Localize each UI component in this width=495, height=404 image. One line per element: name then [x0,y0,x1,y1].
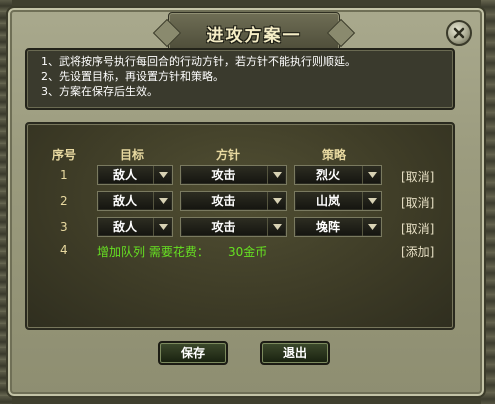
row-3-target-select[interactable]: 敌人 [97,217,173,237]
row-1-strategy-value: 烈火 [315,168,340,182]
row-3-index: 3 [60,220,68,234]
row-2-index: 2 [60,194,68,208]
header-target: 目标 [120,148,145,162]
header-policy: 方针 [216,148,241,162]
instruction-line-1: 1、武将按序号执行每回合的行动方针，若方针不能执行则顺延。 [41,55,356,68]
row-1-target-value: 敌人 [112,168,137,182]
title-plate: 进攻方案一 [168,12,340,52]
dropdown-arrow-icon [362,192,381,210]
add-queue-cost-value: 30金币 [228,245,268,259]
dropdown-arrow-icon [267,166,286,184]
row-3-cancel-link[interactable]: [取消] [401,220,434,237]
row-2-strategy-value: 山岚 [315,194,340,208]
row-2-strategy-select[interactable]: 山岚 [294,191,382,211]
dialog-title: 进攻方案一 [206,26,302,46]
row-3-strategy-select[interactable]: 堍阵 [294,217,382,237]
row-1-index: 1 [60,168,68,182]
instruction-line-2: 2、先设置目标，再设置方针和策略。 [41,70,224,83]
row-4-index: 4 [60,243,68,257]
close-button[interactable] [446,20,472,46]
row-1-policy-value: 攻击 [211,168,236,182]
row-1-strategy-select[interactable]: 烈火 [294,165,382,185]
row-3-policy-select[interactable]: 攻击 [180,217,287,237]
add-queue-cost-label: 增加队列 需要花费： [97,245,209,259]
add-row-link[interactable]: [添加] [401,243,434,260]
header-index: 序号 [52,148,77,162]
row-3-target-value: 敌人 [112,220,137,234]
dropdown-arrow-icon [362,166,381,184]
row-2-policy-value: 攻击 [211,194,236,208]
row-2-policy-select[interactable]: 攻击 [180,191,287,211]
row-3-policy-value: 攻击 [211,220,236,234]
dropdown-arrow-icon [267,218,286,236]
exit-button[interactable]: 退出 [260,341,330,365]
row-1-target-select[interactable]: 敌人 [97,165,173,185]
row-1-policy-select[interactable]: 攻击 [180,165,287,185]
row-3-strategy-value: 堍阵 [315,220,340,234]
dropdown-arrow-icon [153,218,172,236]
row-1-cancel-link[interactable]: [取消] [401,168,434,185]
header-strategy: 策略 [322,148,347,162]
dropdown-arrow-icon [153,192,172,210]
instructions-box: 1、武将按序号执行每回合的行动方针，若方针不能执行则顺延。 2、先设置目标，再设… [25,48,455,110]
dropdown-arrow-icon [267,192,286,210]
instruction-line-3: 3、方案在保存后生效。 [41,85,158,98]
close-x-icon [453,24,465,43]
row-2-target-select[interactable]: 敌人 [97,191,173,211]
dropdown-arrow-icon [153,166,172,184]
row-2-target-value: 敌人 [112,194,137,208]
save-button[interactable]: 保存 [158,341,228,365]
row-2-cancel-link[interactable]: [取消] [401,194,434,211]
dropdown-arrow-icon [362,218,381,236]
